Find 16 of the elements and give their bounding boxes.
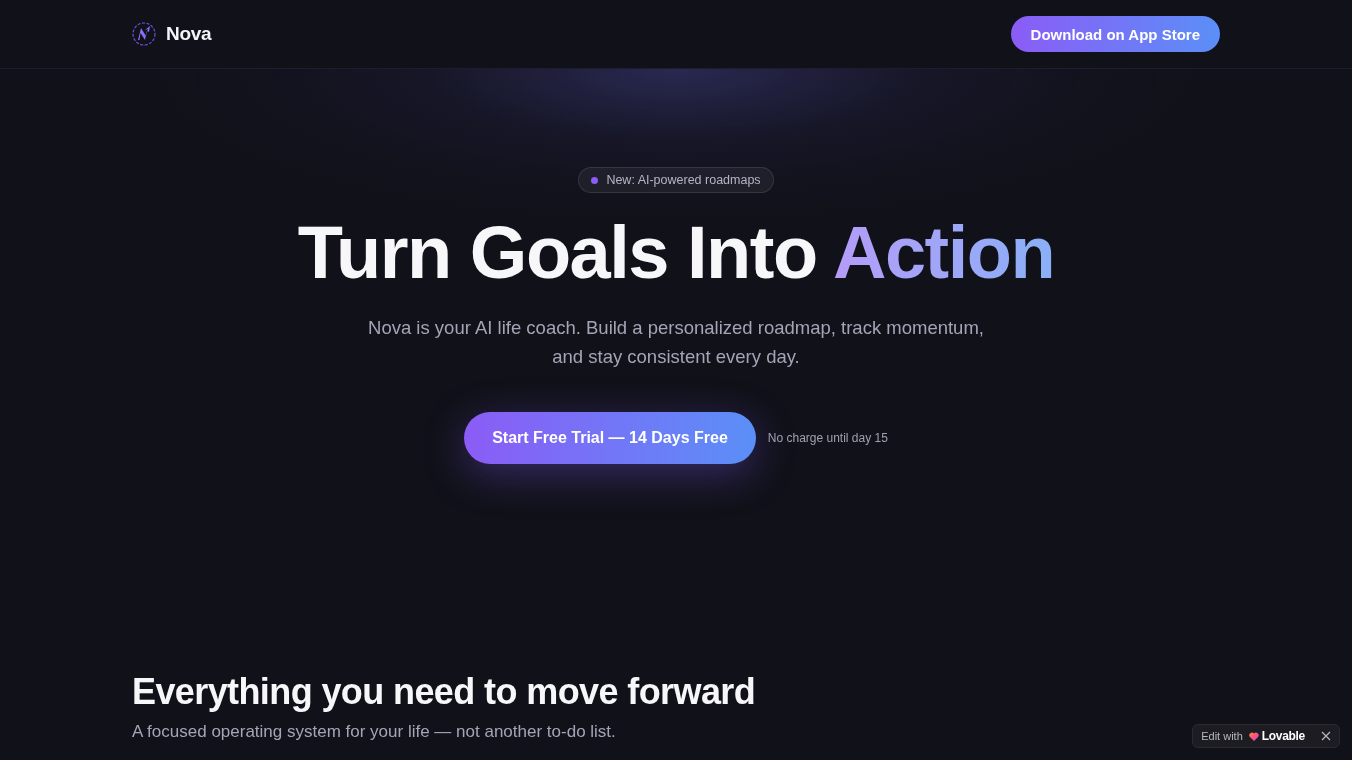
section-title: Everything you need to move forward	[132, 670, 756, 714]
start-trial-button[interactable]: Start Free Trial — 14 Days Free	[464, 412, 756, 464]
hero-title: Turn Goals Into Action	[297, 213, 1055, 293]
edit-label: Edit with	[1201, 730, 1243, 742]
hero-subtitle: Nova is your AI life coach. Build a personalized roadmap, track momentum, and stay consistent every day.	[367, 316, 985, 369]
cta-note: No charge until day 15	[767, 431, 888, 445]
download-button[interactable]: Download on App Store	[1010, 16, 1220, 52]
close-icon[interactable]	[1321, 731, 1331, 741]
logo-icon	[132, 22, 156, 46]
status-dot-icon	[591, 176, 599, 184]
badge-text: New: AI-powered roadmaps	[606, 173, 761, 187]
edit-badge[interactable]: Edit with Lovable	[1192, 724, 1340, 748]
section-subtitle: A focused operating system for your life — not another to-do list.	[132, 721, 616, 743]
heart-logo-icon	[1248, 731, 1259, 741]
brand-name: Nova	[166, 23, 212, 45]
brand-wordmark: Lovable	[1261, 729, 1305, 743]
